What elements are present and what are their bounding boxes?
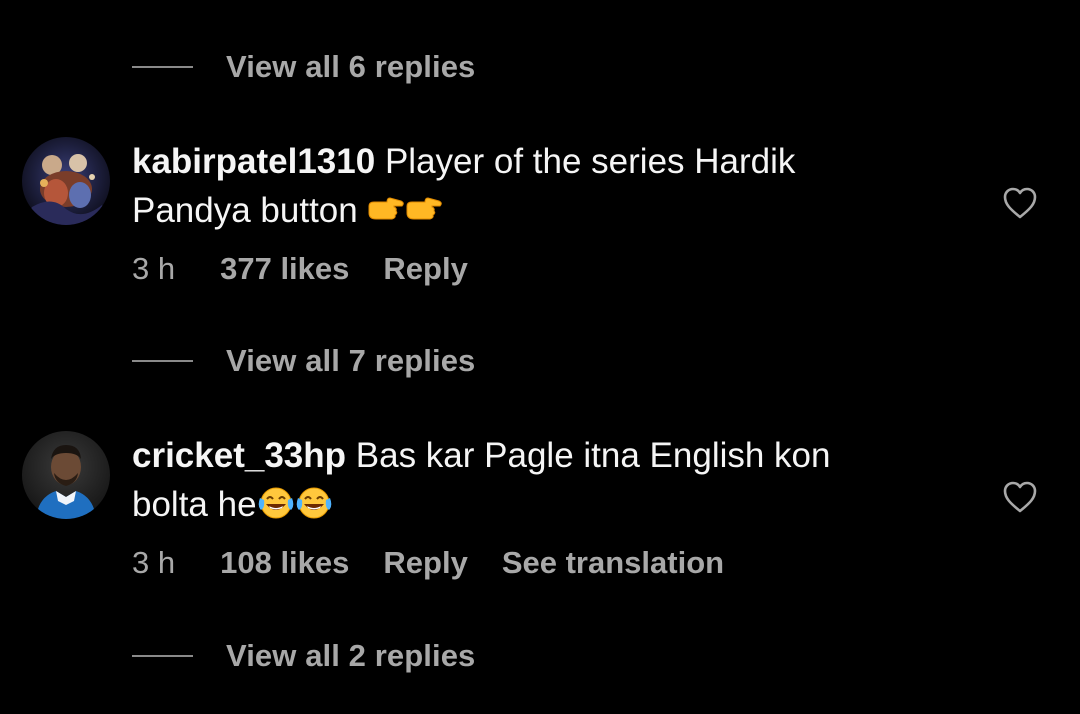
heart-icon xyxy=(1003,187,1037,219)
comment-username[interactable]: kabirpatel1310 xyxy=(132,142,375,181)
view-replies-row[interactable]: View all 6 replies xyxy=(132,47,475,87)
user-avatar[interactable] xyxy=(22,431,110,519)
comment-username[interactable]: cricket_33hp xyxy=(132,436,346,475)
see-translation-button[interactable]: See translation xyxy=(502,545,724,581)
backhand-index-pointing-right-icon xyxy=(406,197,443,220)
avatar-player-photo-icon xyxy=(22,431,110,519)
comment-meta: 3 h 108 likes Reply See translation xyxy=(132,543,724,583)
replies-divider xyxy=(132,66,193,68)
view-replies-button[interactable]: View all 6 replies xyxy=(226,49,475,85)
reply-button[interactable]: Reply xyxy=(383,251,467,287)
backhand-index-pointing-right-icon xyxy=(368,197,405,220)
replies-divider xyxy=(132,360,193,362)
user-avatar[interactable] xyxy=(22,137,110,225)
comment-time: 3 h xyxy=(132,545,176,580)
comment-message: Bas kar Pagle itna English kon xyxy=(355,436,831,475)
comment-text: cricket_33hp Bas kar Pagle itna English … xyxy=(132,431,912,529)
heart-icon xyxy=(1003,481,1037,513)
comment-message-continued: bolta he xyxy=(132,485,257,524)
avatar-artwork-icon xyxy=(22,137,110,225)
view-replies-row[interactable]: View all 7 replies xyxy=(132,341,475,381)
comment-likes[interactable]: 108 likes xyxy=(220,545,349,581)
comment-time: 3 h xyxy=(132,251,176,286)
comment-meta: 3 h 377 likes Reply xyxy=(132,249,502,289)
like-heart-button[interactable] xyxy=(1002,480,1038,514)
like-heart-button[interactable] xyxy=(1002,186,1038,220)
comment-likes[interactable]: 377 likes xyxy=(220,251,349,287)
reply-button[interactable]: Reply xyxy=(383,545,467,581)
comment-text: kabirpatel1310 Player of the series Hard… xyxy=(132,137,912,235)
face-with-tears-of-joy-icon xyxy=(296,487,331,519)
view-replies-row[interactable]: View all 2 replies xyxy=(132,636,475,676)
view-replies-button[interactable]: View all 2 replies xyxy=(226,638,475,674)
view-replies-button[interactable]: View all 7 replies xyxy=(226,343,475,379)
face-with-tears-of-joy-icon xyxy=(258,487,293,519)
replies-divider xyxy=(132,655,193,657)
